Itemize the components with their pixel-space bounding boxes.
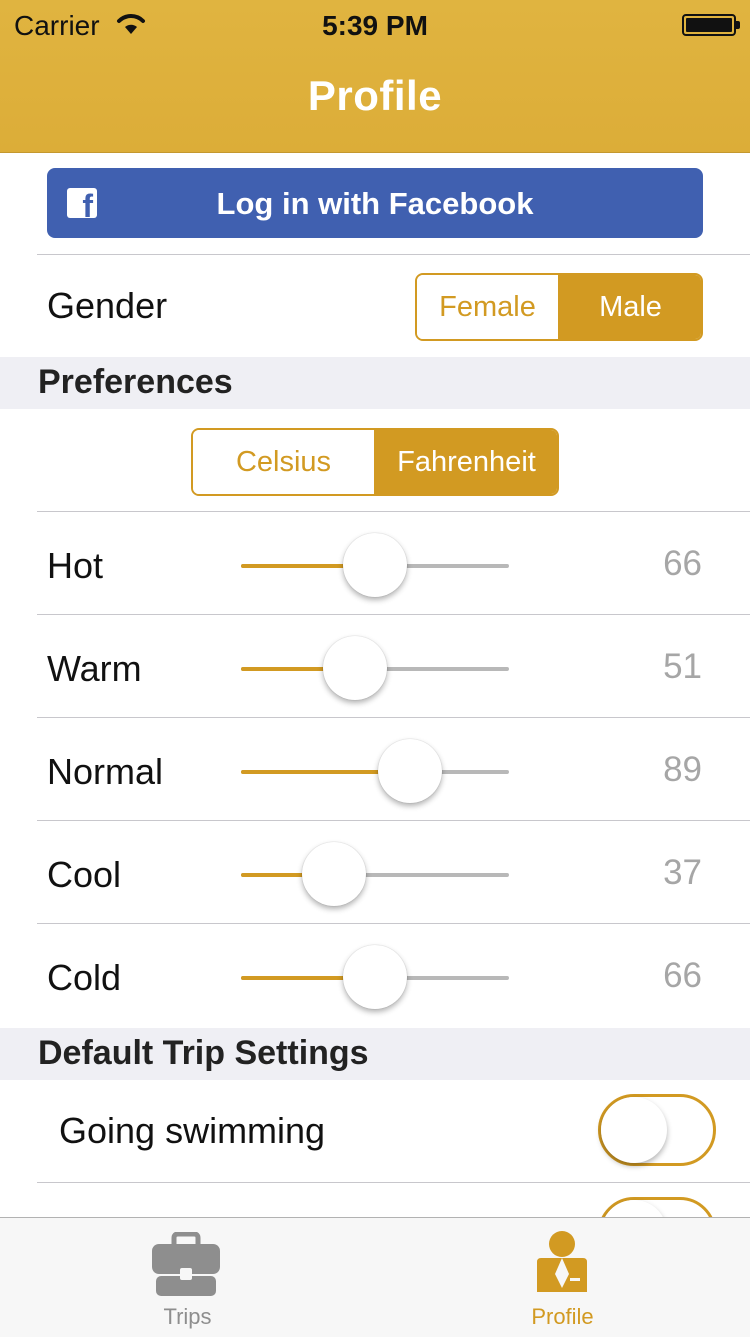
slider-thumb[interactable] — [322, 636, 387, 700]
briefcase-icon — [152, 1232, 220, 1296]
slider-value: 66 — [663, 544, 702, 583]
preferences-section-header: Preferences — [0, 357, 750, 409]
tab-bar: Trips Profile — [0, 1217, 750, 1337]
swimming-toggle[interactable] — [598, 1094, 716, 1166]
divider — [37, 820, 750, 821]
gender-label: Gender — [47, 285, 168, 326]
temperature-slider[interactable] — [241, 739, 509, 803]
slider-label: Cool — [47, 854, 122, 895]
temperature-slider[interactable] — [241, 945, 509, 1009]
tab-trips[interactable]: Trips — [0, 1218, 375, 1337]
trip-settings-header-label: Default Trip Settings — [38, 1034, 369, 1072]
divider — [37, 1182, 750, 1183]
slider-thumb[interactable] — [302, 842, 367, 906]
divider — [37, 923, 750, 924]
nav-bar: Carrier 5:39 PM Profile — [0, 0, 750, 153]
slider-thumb[interactable] — [343, 945, 407, 1009]
battery-icon — [682, 14, 740, 36]
trip-settings-section-header: Default Trip Settings — [0, 1028, 750, 1080]
gender-option-female[interactable]: Female — [417, 275, 558, 339]
divider — [37, 614, 750, 615]
toggle-label: Going swimming — [59, 1110, 326, 1151]
page-title: Profile — [307, 72, 443, 119]
tab-profile[interactable]: Profile — [375, 1218, 750, 1337]
clock: 5:39 PM — [322, 10, 428, 41]
facebook-login-label: Log in with Facebook — [216, 186, 534, 221]
temperature-slider[interactable] — [241, 842, 509, 906]
tab-trips-label: Trips — [163, 1304, 212, 1329]
facebook-login-button[interactable]: f Log in with Facebook — [47, 168, 703, 238]
gender-segmented-control[interactable]: Female Male — [415, 273, 703, 341]
slider-thumb[interactable] — [343, 533, 407, 597]
slider-value: 37 — [663, 853, 702, 892]
slider-value: 51 — [663, 647, 702, 686]
units-option-fahrenheit[interactable]: Fahrenheit — [374, 430, 557, 494]
slider-label: Warm — [47, 648, 142, 689]
preferences-header-label: Preferences — [38, 363, 233, 401]
temperature-slider[interactable] — [241, 636, 509, 700]
status-bar: Carrier 5:39 PM — [0, 0, 750, 50]
toggle-knob — [601, 1097, 667, 1163]
temperature-slider[interactable] — [241, 533, 509, 597]
person-icon — [537, 1231, 587, 1292]
slider-label: Hot — [47, 545, 104, 586]
slider-thumb[interactable] — [377, 739, 442, 803]
divider — [37, 511, 750, 512]
gender-option-male[interactable]: Male — [558, 275, 701, 339]
slider-value: 89 — [663, 750, 702, 789]
slider-label: Cold — [47, 957, 122, 998]
slider-value: 66 — [663, 956, 702, 995]
slider-label: Normal — [47, 751, 164, 792]
divider — [37, 254, 750, 255]
units-option-celsius[interactable]: Celsius — [193, 430, 374, 494]
divider — [37, 717, 750, 718]
units-segmented-control[interactable]: Celsius Fahrenheit — [191, 428, 559, 496]
tab-profile-label: Profile — [531, 1304, 594, 1329]
